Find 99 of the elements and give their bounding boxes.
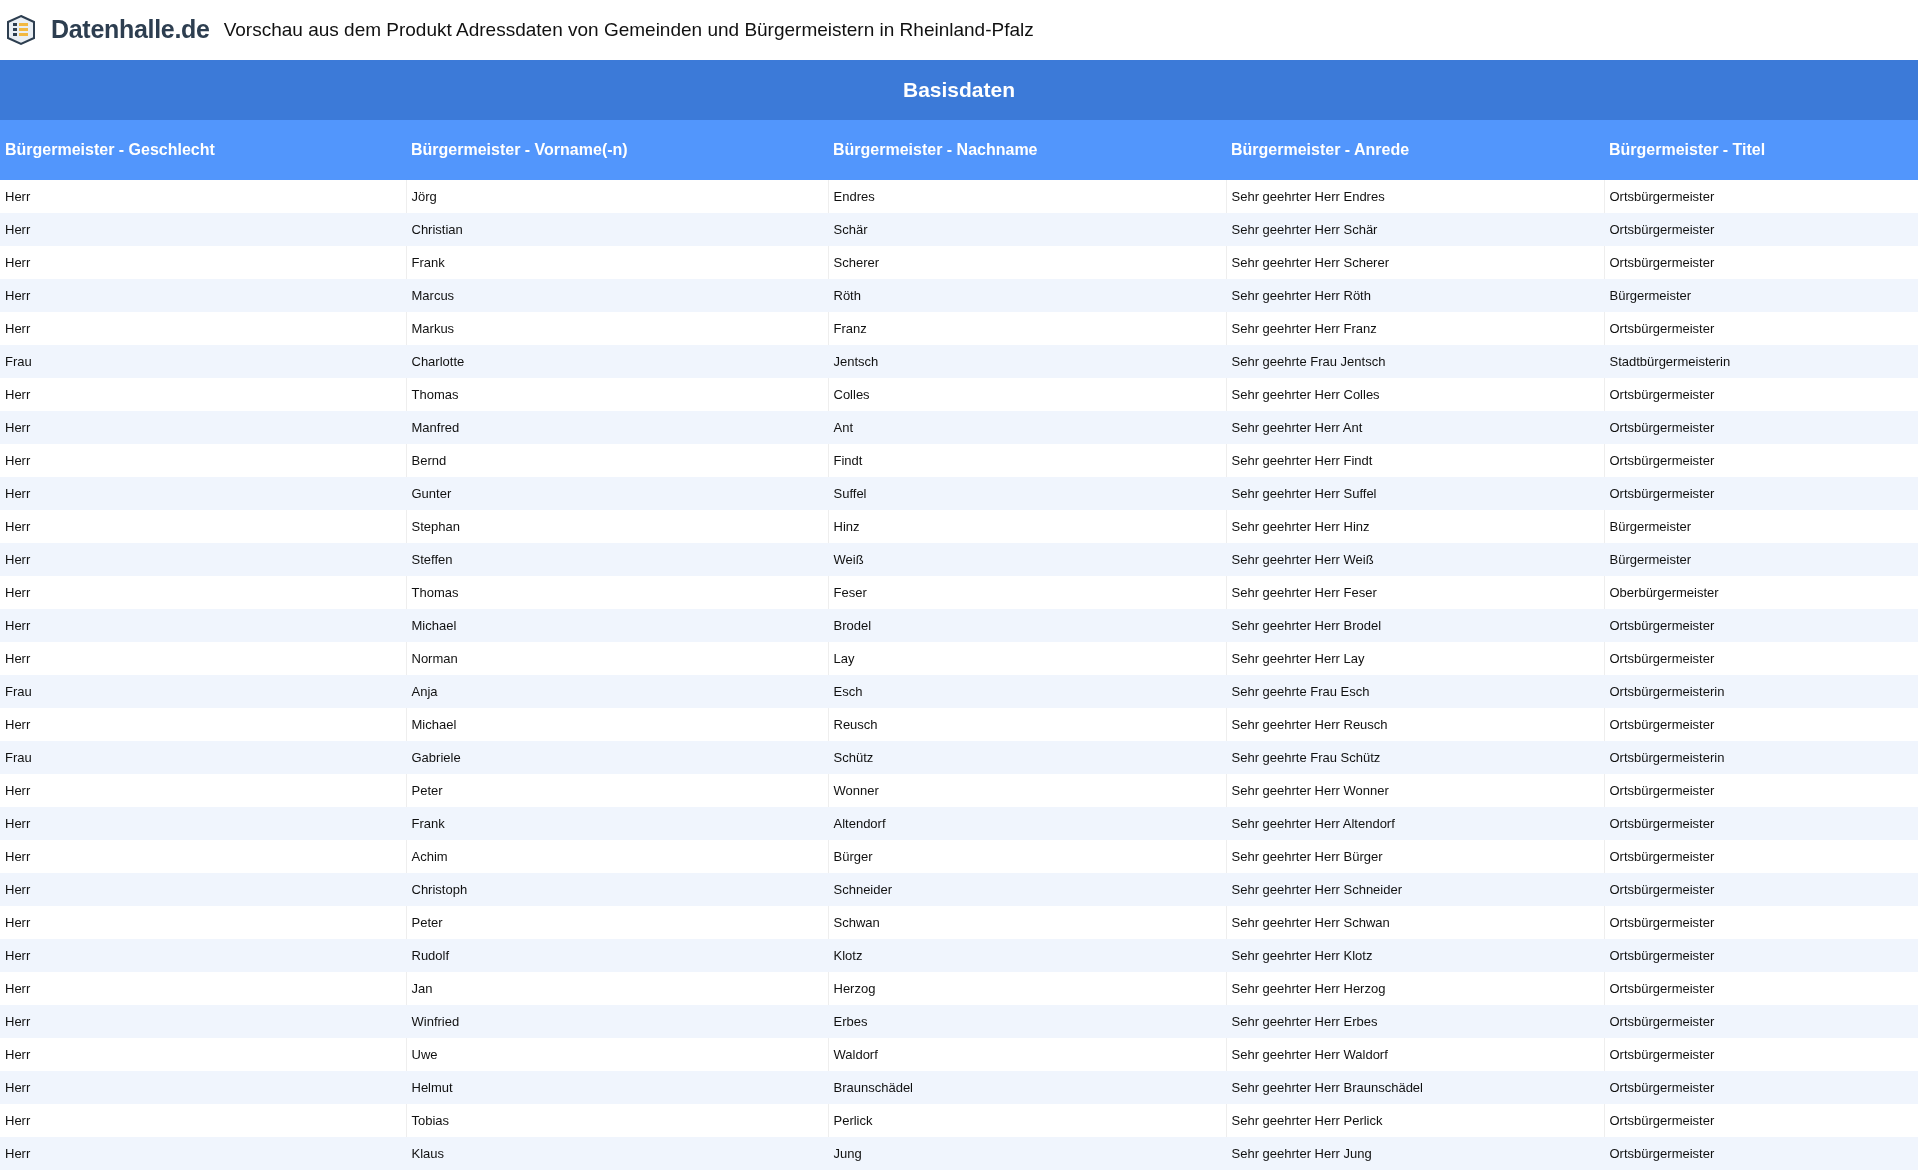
table-cell: Sehr geehrter Herr Schneider [1226,873,1604,906]
table-cell: Sehr geehrter Herr Röth [1226,279,1604,312]
table-cell: Ortsbürgermeister [1604,411,1918,444]
table-cell: Klotz [828,939,1226,972]
table-cell: Gunter [406,477,828,510]
table-cell: Sehr geehrter Herr Braunschädel [1226,1071,1604,1104]
table-cell: Weiß [828,543,1226,576]
table-cell: Ortsbürgermeister [1604,1137,1918,1170]
table-cell: Sehr geehrter Herr Jung [1226,1137,1604,1170]
table-cell: Bürgermeister [1604,543,1918,576]
table-cell: Herr [0,1038,406,1071]
table-cell: Christoph [406,873,828,906]
table-cell: Ortsbürgermeister [1604,1071,1918,1104]
table-cell: Herr [0,1104,406,1137]
table-cell: Bürgermeister [1604,279,1918,312]
table-cell: Herr [0,807,406,840]
table-cell: Charlotte [406,345,828,378]
table-cell: Schütz [828,741,1226,774]
table-cell: Herr [0,939,406,972]
table-cell: Jentsch [828,345,1226,378]
table-cell: Sehr geehrter Herr Suffel [1226,477,1604,510]
column-header: Bürgermeister - Nachname [828,120,1226,180]
table-cell: Ortsbürgermeister [1604,939,1918,972]
table-cell: Ortsbürgermeister [1604,1005,1918,1038]
table-cell: Ortsbürgermeister [1604,807,1918,840]
column-header: Bürgermeister - Geschlecht [0,120,406,180]
table-cell: Frau [0,345,406,378]
table-cell: Rudolf [406,939,828,972]
table-cell: Frau [0,675,406,708]
table-cell: Sehr geehrter Herr Klotz [1226,939,1604,972]
table-cell: Christian [406,213,828,246]
table-cell: Sehr geehrter Herr Schär [1226,213,1604,246]
table-cell: Braunschädel [828,1071,1226,1104]
table-cell: Winfried [406,1005,828,1038]
table-cell: Herr [0,840,406,873]
table-cell: Frank [406,807,828,840]
column-header: Bürgermeister - Vorname(-n) [406,120,828,180]
table-cell: Frau [0,741,406,774]
table-cell: Herr [0,972,406,1005]
table-cell: Herr [0,246,406,279]
group-header: Basisdaten [0,60,1918,120]
table-cell: Herr [0,1005,406,1038]
table-cell: Herr [0,543,406,576]
table-cell: Ortsbürgermeister [1604,609,1918,642]
table-cell: Helmut [406,1071,828,1104]
table-cell: Herr [0,708,406,741]
table-cell: Ortsbürgermeister [1604,477,1918,510]
table-cell: Sehr geehrter Herr Altendorf [1226,807,1604,840]
table-cell: Herr [0,774,406,807]
table-cell: Herr [0,873,406,906]
table-cell: Sehr geehrter Herr Weiß [1226,543,1604,576]
table-cell: Herr [0,444,406,477]
table-cell: Ortsbürgermeister [1604,213,1918,246]
table-cell: Brodel [828,609,1226,642]
table-cell: Anja [406,675,828,708]
table-cell: Ant [828,411,1226,444]
table-cell: Herr [0,576,406,609]
table-cell: Klaus [406,1137,828,1170]
table-cell: Herr [0,213,406,246]
table-cell: Herr [0,642,406,675]
table-cell: Sehr geehrte Frau Jentsch [1226,345,1604,378]
table-cell: Jung [828,1137,1226,1170]
table-cell: Sehr geehrte Frau Esch [1226,675,1604,708]
table-cell: Sehr geehrter Herr Brodel [1226,609,1604,642]
table-cell: Ortsbürgermeister [1604,873,1918,906]
logo-icon [5,14,37,46]
table-cell: Herr [0,1137,406,1170]
table-cell: Altendorf [828,807,1226,840]
table-cell: Marcus [406,279,828,312]
table-cell: Herr [0,1071,406,1104]
table-cell: Steffen [406,543,828,576]
table-cell: Sehr geehrte Frau Schütz [1226,741,1604,774]
table-cell: Sehr geehrter Herr Ant [1226,411,1604,444]
column-header: Bürgermeister - Anrede [1226,120,1604,180]
table-cell: Suffel [828,477,1226,510]
table-cell: Ortsbürgermeisterin [1604,675,1918,708]
table-cell: Erbes [828,1005,1226,1038]
table-cell: Stadtbürgermeisterin [1604,345,1918,378]
table-cell: Manfred [406,411,828,444]
table-cell: Esch [828,675,1226,708]
table-cell: Herr [0,510,406,543]
table-cell: Herr [0,411,406,444]
table-cell: Ortsbürgermeisterin [1604,741,1918,774]
table-cell: Sehr geehrter Herr Erbes [1226,1005,1604,1038]
page-title: Vorschau aus dem Produkt Adressdaten von Gemeinden und Bürgermeistern in Rheinland-Pfalz [223,17,1034,42]
table-cell: Röth [828,279,1226,312]
table-cell: Schär [828,213,1226,246]
column-header: Bürgermeister - Titel [1604,120,1918,180]
table-cell: Herr [0,180,406,213]
table-cell: Herr [0,312,406,345]
table-cell: Michael [406,609,828,642]
table-cell: Herr [0,378,406,411]
table-cell: Schneider [828,873,1226,906]
table-cell: Herr [0,906,406,939]
table-cell: Gabriele [406,741,828,774]
logo-text: Datenhalle.de [51,14,210,46]
table-cell: Herr [0,609,406,642]
table-cell: Herr [0,279,406,312]
table-cell: Herr [0,477,406,510]
